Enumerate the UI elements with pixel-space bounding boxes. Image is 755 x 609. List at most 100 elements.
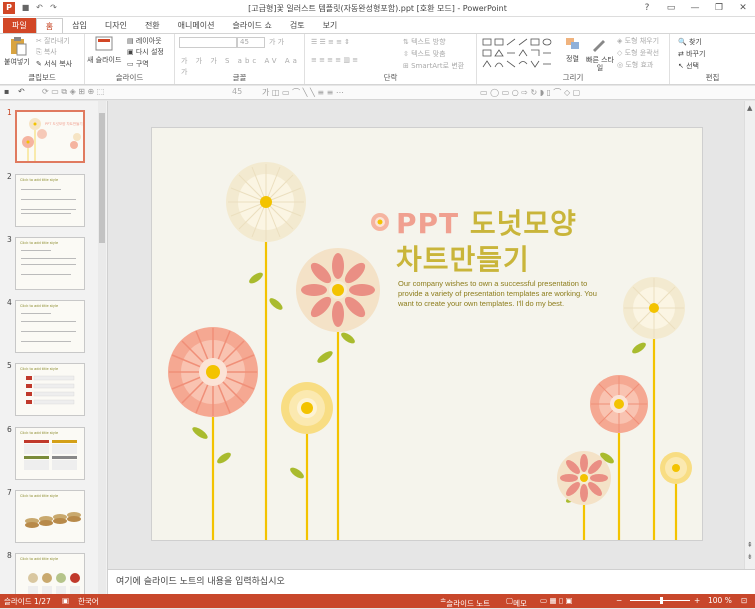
tab-design[interactable]: 디자인 xyxy=(96,18,136,33)
quick-styles-icon[interactable] xyxy=(590,37,606,53)
section-button[interactable]: ▭ 구역 xyxy=(127,59,149,69)
shape-fill-button[interactable]: ◈ 도형 채우기 xyxy=(617,36,659,46)
thumbnail-2[interactable]: 2 Click to add title style xyxy=(0,172,100,228)
reset-button[interactable]: ▣ 다시 설정 xyxy=(127,47,164,57)
shape-effects-button[interactable]: ◎ 도형 효과 xyxy=(617,60,653,70)
thumbnail-3[interactable]: 3 Click to add title style xyxy=(0,235,100,291)
scroll-up-icon[interactable]: ▲ xyxy=(747,104,752,112)
paste-button[interactable]: 붙여넣기 xyxy=(4,57,30,67)
font-style-buttons[interactable]: 가 가 가 S abc AV Aa xyxy=(181,56,300,66)
zoom-out-icon[interactable]: − xyxy=(616,596,622,605)
zoom-level[interactable]: 100 % xyxy=(708,596,732,605)
view-buttons[interactable]: ▭ ▦ ▯ ▣ xyxy=(540,596,573,605)
format-painter-button[interactable]: ✎ 서식 복사 xyxy=(36,59,72,69)
paragraph-label: 단락 xyxy=(383,73,398,82)
smartart-button[interactable]: ⊞ SmartArt로 변환 xyxy=(403,61,464,71)
spellcheck-icon[interactable]: ▣ xyxy=(62,596,69,605)
thumbnail-1[interactable]: 1 PPT 도넛모양 차트만들기 xyxy=(0,108,100,164)
font-size-mini[interactable]: 45 xyxy=(232,87,242,96)
slide-scrollbar[interactable]: ▲ ⇞ ⇟ xyxy=(744,101,755,569)
text-direction-button[interactable]: ⇅ 텍스트 방향 xyxy=(403,37,446,47)
new-slide-icon[interactable] xyxy=(95,36,113,52)
tab-view[interactable]: 보기 xyxy=(314,18,347,33)
copy-label: 복사 xyxy=(43,48,57,56)
thumbnail-number: 2 xyxy=(7,172,12,181)
clipboard-label: 클립보드 xyxy=(28,73,56,82)
thumbnail-title: Click to add title style xyxy=(20,241,59,245)
layout-button[interactable]: ▤ 레이아웃 xyxy=(127,36,162,46)
notes-pane[interactable]: 여기에 슬라이드 노트의 내용을 입력하십시오 xyxy=(108,569,755,594)
quick-format-toolbar: ▪ ↶ ⟳ ▭ ⧉ ◈ ⊞ ⊕ ⬚ 45 가 ◫ ▭ ⌒ ╲ ╲ ≡ ≡ ⋯ ▭… xyxy=(0,86,755,100)
thumbnail-8[interactable]: 8 Click to add title style xyxy=(0,551,100,594)
thumbnail-6[interactable]: 6 Click to add title style xyxy=(0,425,100,481)
replace-button[interactable]: ⇄ 바꾸기 xyxy=(678,49,705,59)
copy-button[interactable]: ⎘ 복사 xyxy=(36,47,57,57)
shape-outline-button[interactable]: ◇ 도형 윤곽선 xyxy=(617,48,659,58)
thumbnail-scrollbar[interactable] xyxy=(98,101,106,594)
bullets-icon[interactable]: ☰ ☰ ≡ ≡ ⇕ xyxy=(311,38,350,46)
grow-font-icon[interactable]: 가 가 xyxy=(269,37,284,47)
shapes-gallery[interactable] xyxy=(481,37,559,73)
tab-home[interactable]: 홈 xyxy=(35,18,64,33)
toolbar-icons[interactable]: ⟳ ▭ ⧉ ◈ ⊞ ⊕ ⬚ xyxy=(42,87,104,97)
scroll-page-up-icon[interactable]: ⇞ xyxy=(747,541,753,549)
select-button[interactable]: ↖ 선택 xyxy=(678,61,699,71)
font-label: 글꼴 xyxy=(232,73,247,82)
tab-insert[interactable]: 삽입 xyxy=(63,18,96,33)
format-icons[interactable]: 가 ◫ ▭ ⌒ ╲ ╲ ≡ ≡ ⋯ xyxy=(262,87,344,98)
current-slide[interactable]: PPT 도넛모양 차트만들기 Our company wishes to own… xyxy=(151,127,703,541)
tab-review[interactable]: 검토 xyxy=(281,18,314,33)
drawing-label: 그리기 xyxy=(562,73,584,82)
ribbon-tabs: 파일 홈 삽입 디자인 전환 애니메이션 슬라이드 쇼 검토 보기 xyxy=(0,17,755,33)
minimize-button[interactable]: — xyxy=(683,0,707,16)
fit-slide-icon[interactable]: ⊡ xyxy=(741,596,747,605)
slide-thumbnail-panel: 1 PPT 도넛모양 차트만들기 2 Click to add title st… xyxy=(0,101,108,594)
ribbon-display-button[interactable]: ▭ xyxy=(659,0,683,16)
thumbnail-number: 5 xyxy=(7,361,12,370)
arrange-icon[interactable] xyxy=(565,37,581,51)
paste-icon[interactable] xyxy=(9,36,27,56)
thumbnail-title: PPT 도넛모양 차트만들기 xyxy=(45,122,83,126)
find-button[interactable]: 🔍 찾기 xyxy=(678,37,702,47)
save-icon[interactable]: ▪ xyxy=(4,87,9,96)
shape-icons[interactable]: ▭ ◯ ▭ ○ ⇨ ↻ ◗ ▯ ⌒ ◇ ▢ xyxy=(480,87,580,98)
drawing-group: 정렬 빠른 스타일 ◈ 도형 채우기 ◇ 도형 윤곽선 ◎ 도형 효과 그리기 xyxy=(477,34,670,84)
quick-styles-button[interactable]: 빠른 스타일 xyxy=(585,56,615,72)
thumbnail-preview: Click to add title style xyxy=(15,553,85,594)
replace-label: 바꾸기 xyxy=(686,50,706,58)
close-button[interactable]: ✕ xyxy=(731,0,755,16)
layout-label: 레이아웃 xyxy=(135,37,162,45)
arrange-button[interactable]: 정렬 xyxy=(566,54,579,64)
thumbnail-7[interactable]: 7 Click to add title style xyxy=(0,488,100,544)
tab-slideshow[interactable]: 슬라이드 쇼 xyxy=(223,18,280,33)
editing-group: 🔍 찾기 ⇄ 바꾸기 ↖ 선택 편집 xyxy=(670,34,755,84)
new-slide-button[interactable]: 새 슬라이드 xyxy=(87,55,121,65)
slide-notes-button[interactable]: ≐ 슬라이드 노트 xyxy=(440,596,490,608)
font-name-box[interactable] xyxy=(179,37,237,48)
font-size-box[interactable]: 45 xyxy=(237,37,265,48)
help-button[interactable]: ? xyxy=(635,0,659,16)
zoom-in-icon[interactable]: + xyxy=(694,596,700,605)
thumbnail-5[interactable]: 5 Click to add title style xyxy=(0,361,100,417)
slide-title-line2[interactable]: 차트만들기 xyxy=(396,238,530,278)
ribbon: 붙여넣기 ✂ 잘라내기 ⎘ 복사 ✎ 서식 복사 클립보드 새 슬라이드 ▤ 레… xyxy=(0,33,755,85)
undo-icon[interactable]: ↶ xyxy=(18,87,25,96)
tab-animations[interactable]: 애니메이션 xyxy=(169,18,224,33)
language[interactable]: 한국어 xyxy=(78,596,99,607)
scroll-page-down-icon[interactable]: ⇟ xyxy=(747,553,753,561)
tab-file[interactable]: 파일 xyxy=(3,18,36,33)
comments-button[interactable]: ▢ 메모 xyxy=(506,596,527,608)
thumbnail-scroll-thumb[interactable] xyxy=(99,113,105,243)
shape-effects-label: 도형 효과 xyxy=(625,61,654,69)
align-icons[interactable]: ≡ ≡ ≡ ≡ ▥ ≡ xyxy=(311,56,358,64)
maximize-button[interactable]: ❐ xyxy=(707,0,731,16)
slide-title-line1[interactable]: PPT 도넛모양 xyxy=(396,202,577,242)
thumbnail-4[interactable]: 4 Click to add title style xyxy=(0,298,100,354)
zoom-slider-knob[interactable] xyxy=(660,597,663,604)
cut-button[interactable]: ✂ 잘라내기 xyxy=(36,36,70,46)
tab-transitions[interactable]: 전환 xyxy=(136,18,169,33)
align-text-button[interactable]: ⇳ 텍스트 맞춤 xyxy=(403,49,446,59)
thumbnail-number: 7 xyxy=(7,488,12,497)
find-label: 찾기 xyxy=(688,38,702,46)
slide-body-text[interactable]: Our company wishes to own a successful p… xyxy=(398,279,598,309)
